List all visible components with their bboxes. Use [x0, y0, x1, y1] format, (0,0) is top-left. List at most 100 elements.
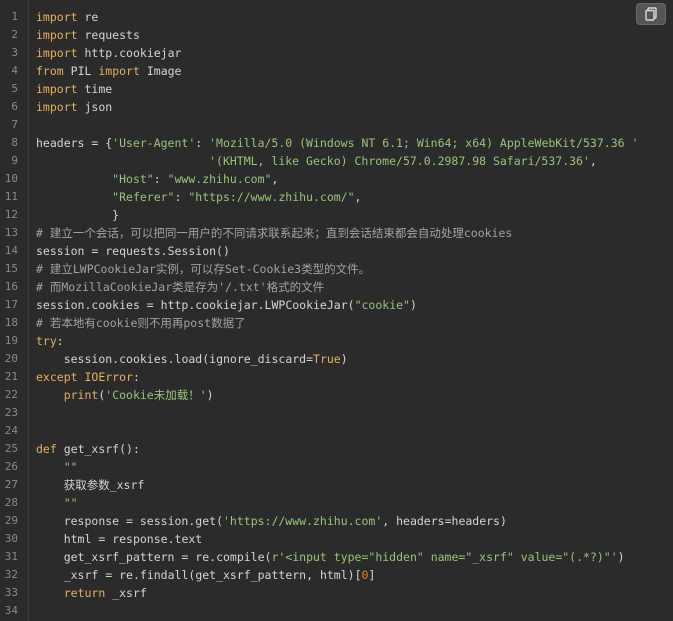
code-text: headers = {'User-Agent': 'Mozilla/5.0 (W…	[36, 136, 639, 150]
code-line[interactable]: 31 get_xsrf_pattern = re.compile(r'<inpu…	[0, 548, 673, 566]
line-number: 18	[4, 316, 18, 329]
line-number: 22	[4, 388, 18, 401]
line-number: 34	[4, 604, 18, 617]
code-text: import time	[36, 82, 113, 96]
line-number: 24	[4, 424, 18, 437]
code-line[interactable]: 17 session.cookies = http.cookiejar.LWPCo…	[0, 296, 673, 314]
line-number: 30	[4, 532, 18, 545]
code-line[interactable]: 25 def get_xsrf():	[0, 440, 673, 458]
code-line[interactable]: 2 import requests	[0, 26, 673, 44]
code-line[interactable]: 14 session = requests.Session()	[0, 242, 673, 260]
line-number: 1	[11, 10, 18, 23]
line-number: 11	[4, 190, 18, 203]
code-text: session.cookies = http.cookiejar.LWPCook…	[36, 298, 417, 312]
line-number: 32	[4, 568, 18, 581]
code-text: session.cookies.load(ignore_discard=True…	[63, 352, 348, 366]
line-number: 3	[11, 46, 18, 59]
line-number: 10	[4, 172, 18, 185]
copy-button[interactable]	[636, 3, 666, 25]
code-line[interactable]: 22 print('Cookie未加载！')	[0, 386, 673, 404]
code-line[interactable]: 16 # 而MozillaCookieJar类是存为'/.txt'格式的文件	[0, 278, 673, 296]
line-number: 2	[11, 28, 18, 41]
code-line[interactable]: 24	[0, 422, 673, 440]
code-line[interactable]: 32 _xsrf = re.findall(get_xsrf_pattern, …	[0, 566, 673, 584]
code-line[interactable]: 34	[0, 602, 673, 620]
code-line[interactable]: 13 # 建立一个会话，可以把同一用户的不同请求联系起来；直到会话结束都会自动处理…	[0, 224, 673, 242]
code-text: import re	[36, 10, 99, 24]
line-number: 20	[4, 352, 18, 365]
code-line[interactable]: 33 return _xsrf	[0, 584, 673, 602]
code-text: _xsrf = re.findall(get_xsrf_pattern, htm…	[63, 568, 376, 582]
code-line[interactable]: 11 "Referer": "https://www.zhihu.com/",	[0, 188, 673, 206]
line-number: 15	[4, 262, 18, 275]
code-line[interactable]: 26 ""	[0, 458, 673, 476]
line-number: 19	[4, 334, 18, 347]
code-text: ""	[63, 496, 78, 510]
code-text: }	[36, 208, 120, 222]
code-text: ""	[63, 460, 78, 474]
line-number: 23	[4, 406, 18, 419]
code-line[interactable]: 20 session.cookies.load(ignore_discard=T…	[0, 350, 673, 368]
code-line[interactable]: 30 html = response.text	[0, 530, 673, 548]
code-line[interactable]: 10 "Host": "www.zhihu.com",	[0, 170, 673, 188]
code-text: try:	[36, 334, 64, 348]
code-line[interactable]: 18 # 若本地有cookie则不用再post数据了	[0, 314, 673, 332]
line-number: 13	[4, 226, 18, 239]
code-line[interactable]: 8 headers = {'User-Agent': 'Mozilla/5.0 (…	[0, 134, 673, 152]
code-text: '(KHTML, like Gecko) Chrome/57.0.2987.98…	[209, 154, 597, 168]
code-line[interactable]: 5 import time	[0, 80, 673, 98]
code-line[interactable]: 6 import json	[0, 98, 673, 116]
code-text: "Referer": "https://www.zhihu.com/",	[112, 190, 362, 204]
code-line[interactable]: 29 response = session.get('https://www.z…	[0, 512, 673, 530]
code-line[interactable]: 15 # 建立LWPCookieJar实例，可以存Set-Cookie3类型的文件…	[0, 260, 673, 278]
code-line[interactable]: 1 import re	[0, 8, 673, 26]
code-line[interactable]: 4 from PIL import Image	[0, 62, 673, 80]
line-number: 31	[4, 550, 18, 563]
code-line[interactable]: 9 '(KHTML, like Gecko) Chrome/57.0.2987.…	[0, 152, 673, 170]
copy-icon	[644, 7, 658, 21]
code-text: import http.cookiejar	[36, 46, 182, 60]
line-number: 25	[4, 442, 18, 455]
code-text: 获取参数_xsrf	[36, 478, 145, 492]
line-number: 4	[11, 64, 18, 77]
code-line[interactable]: 23	[0, 404, 673, 422]
code-text: def get_xsrf():	[36, 442, 140, 456]
code-line[interactable]: 19 try:	[0, 332, 673, 350]
code-text: response = session.get('https://www.zhih…	[63, 514, 507, 528]
code-text: print('Cookie未加载！')	[63, 388, 214, 402]
line-number: 12	[4, 208, 18, 221]
code-text: # 而MozillaCookieJar类是存为'/.txt'格式的文件	[36, 280, 325, 294]
line-number: 6	[11, 100, 18, 113]
line-number: 5	[11, 82, 18, 95]
line-number: 14	[4, 244, 18, 257]
code-text: session = requests.Session()	[36, 244, 230, 258]
code-text: html = response.text	[63, 532, 203, 546]
code-text: from PIL import Image	[36, 64, 182, 78]
code-lines[interactable]: 1 import re 2 import requests 3 import http.c…	[0, 8, 673, 620]
code-line[interactable]: 12 }	[0, 206, 673, 224]
code-line[interactable]: 28 ""	[0, 494, 673, 512]
code-text: # 建立LWPCookieJar实例，可以存Set-Cookie3类型的文件。	[36, 262, 371, 276]
line-number: 28	[4, 496, 18, 509]
line-number: 8	[11, 136, 18, 149]
code-text: import requests	[36, 28, 140, 42]
line-number: 9	[11, 154, 18, 167]
code-line[interactable]: 21 except IOError:	[0, 368, 673, 386]
line-number: 29	[4, 514, 18, 527]
code-line[interactable]: 3 import http.cookiejar	[0, 44, 673, 62]
line-number: 33	[4, 586, 18, 599]
code-line[interactable]: 7	[0, 116, 673, 134]
code-line[interactable]: 27 获取参数_xsrf	[0, 476, 673, 494]
line-number: 26	[4, 460, 18, 473]
code-text: return _xsrf	[63, 586, 147, 600]
line-number: 16	[4, 280, 18, 293]
line-number: 17	[4, 298, 18, 311]
code-text: "Host": "www.zhihu.com",	[112, 172, 279, 186]
code-editor[interactable]: 1 import re 2 import requests 3 import http.c…	[0, 0, 673, 621]
code-text: # 建立一个会话，可以把同一用户的不同请求联系起来；直到会话结束都会自动处理co…	[36, 226, 513, 240]
line-number: 21	[4, 370, 18, 383]
